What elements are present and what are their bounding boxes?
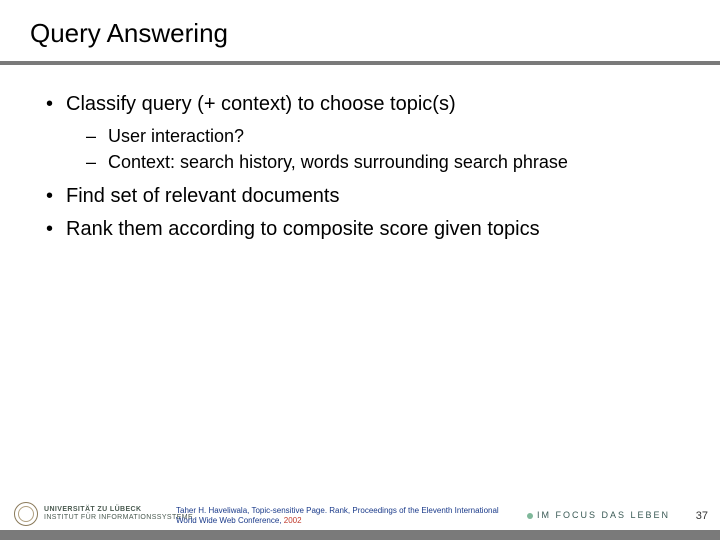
slide-title: Query Answering [30, 18, 690, 49]
motto: IM FOCUS DAS LEBEN [527, 510, 670, 520]
page-number: 37 [696, 510, 708, 522]
bullet-marker: – [86, 150, 108, 174]
footer: UNIVERSITÄT ZU LÜBECK INSTITUT FÜR INFOR… [0, 488, 720, 540]
footer-bar [0, 530, 720, 540]
bullet-text: User interaction? [108, 124, 690, 148]
citation: Taher H. Haveliwala, Topic-sensitive Pag… [176, 506, 516, 526]
university-name: UNIVERSITÄT ZU LÜBECK INSTITUT FÜR INFOR… [44, 506, 193, 521]
bullet-marker: • [46, 216, 66, 243]
citation-year: 2002 [284, 516, 302, 525]
bullet-item: • Rank them according to composite score… [46, 216, 690, 243]
title-area: Query Answering [0, 0, 720, 55]
bullet-text: Rank them according to composite score g… [66, 216, 690, 243]
bullet-marker: • [46, 91, 66, 118]
dot-icon [527, 513, 533, 519]
content-area: • Classify query (+ context) to choose t… [0, 65, 720, 243]
bullet-item: – User interaction? [86, 124, 690, 148]
bullet-text: Context: search history, words surroundi… [108, 150, 690, 174]
slide: Query Answering • Classify query (+ cont… [0, 0, 720, 540]
bullet-item: • Find set of relevant documents [46, 183, 690, 210]
university-line1: UNIVERSITÄT ZU LÜBECK [44, 506, 193, 514]
university-logo: UNIVERSITÄT ZU LÜBECK INSTITUT FÜR INFOR… [14, 502, 193, 526]
seal-icon [14, 502, 38, 526]
university-line2: INSTITUT FÜR INFORMATIONSSYSTEME [44, 514, 193, 522]
bullet-marker: – [86, 124, 108, 148]
bullet-text: Find set of relevant documents [66, 183, 690, 210]
bullet-item: – Context: search history, words surroun… [86, 150, 690, 174]
bullet-marker: • [46, 183, 66, 210]
motto-text: IM FOCUS DAS LEBEN [537, 510, 670, 520]
bullet-item: • Classify query (+ context) to choose t… [46, 91, 690, 118]
bullet-text: Classify query (+ context) to choose top… [66, 91, 690, 118]
citation-text: Taher H. Haveliwala, Topic-sensitive Pag… [176, 506, 499, 525]
